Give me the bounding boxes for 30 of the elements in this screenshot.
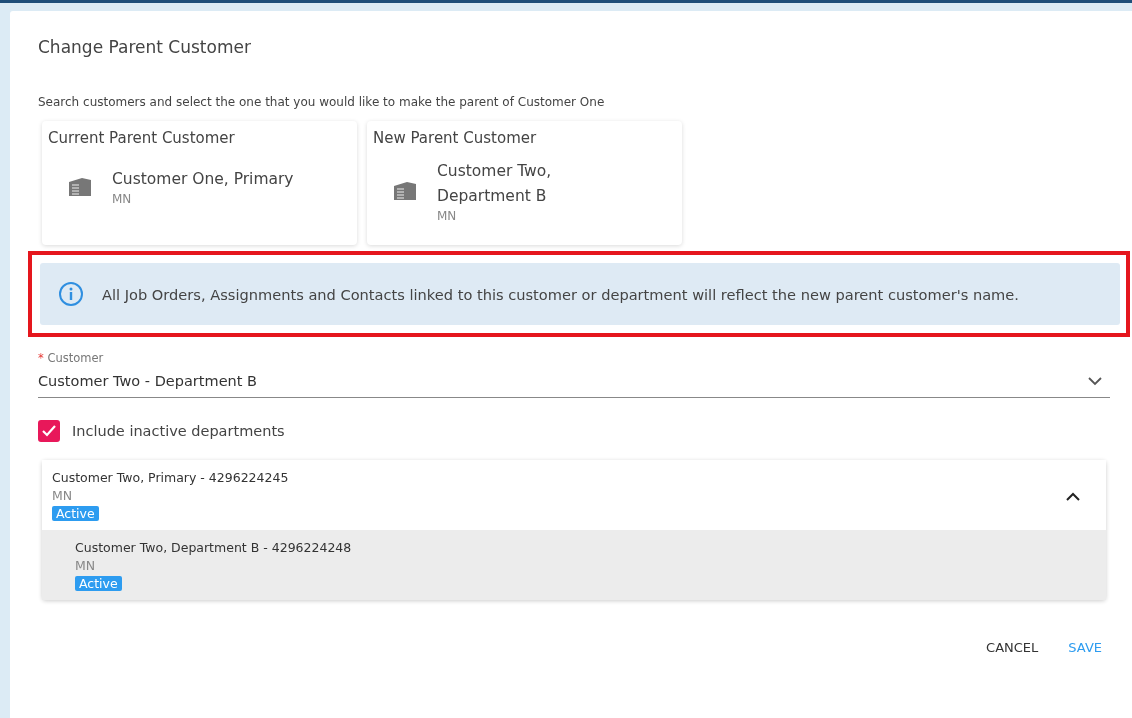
chevron-down-icon <box>1088 376 1102 386</box>
check-icon <box>42 425 56 437</box>
label-text: Customer <box>47 351 104 365</box>
customer-name: Customer Two, Department B <box>437 161 553 207</box>
customer-state: MN <box>437 209 458 223</box>
customer-select[interactable]: * Customer Customer Two - Department B <box>38 351 1110 398</box>
customer-name: Customer Two, Department B - 4296224248 <box>75 540 352 555</box>
result-item[interactable]: Customer Two, Department B - 4296224248 MN Active <box>42 530 1106 600</box>
field-value: Customer Two - Department B <box>38 373 257 389</box>
customer-name: Customer One, Primary <box>112 169 294 190</box>
customer-state: MN <box>75 558 97 573</box>
customer-name: Customer Two, Primary - 4296224245 <box>52 470 289 485</box>
checkbox[interactable] <box>38 420 60 442</box>
card-heading: Current Parent Customer <box>48 129 236 147</box>
dialog-title: Change Parent Customer <box>38 37 252 57</box>
card-heading: New Parent Customer <box>373 129 538 147</box>
building-icon <box>393 181 417 201</box>
cancel-button[interactable]: CANCEL <box>978 634 1047 661</box>
info-icon <box>58 281 84 307</box>
chevron-up-icon[interactable] <box>1066 491 1080 501</box>
required-mark: * <box>38 351 44 365</box>
checkbox-label: Include inactive departments <box>72 423 285 439</box>
customer-state: MN <box>52 488 74 503</box>
notice-text: All Job Orders, Assignments and Contacts linked to this customer or department will reflect the new parent customer's name. <box>102 285 1019 303</box>
status-badge: Active <box>75 576 122 591</box>
building-icon <box>68 176 92 197</box>
result-item[interactable]: Customer Two, Primary - 4296224245 MN Active <box>42 460 1106 530</box>
instructions-text: Search customers and select the one that you would like to make the parent of Customer One <box>38 95 606 109</box>
status-badge: Active <box>52 506 99 521</box>
customer-state: MN <box>112 192 133 206</box>
